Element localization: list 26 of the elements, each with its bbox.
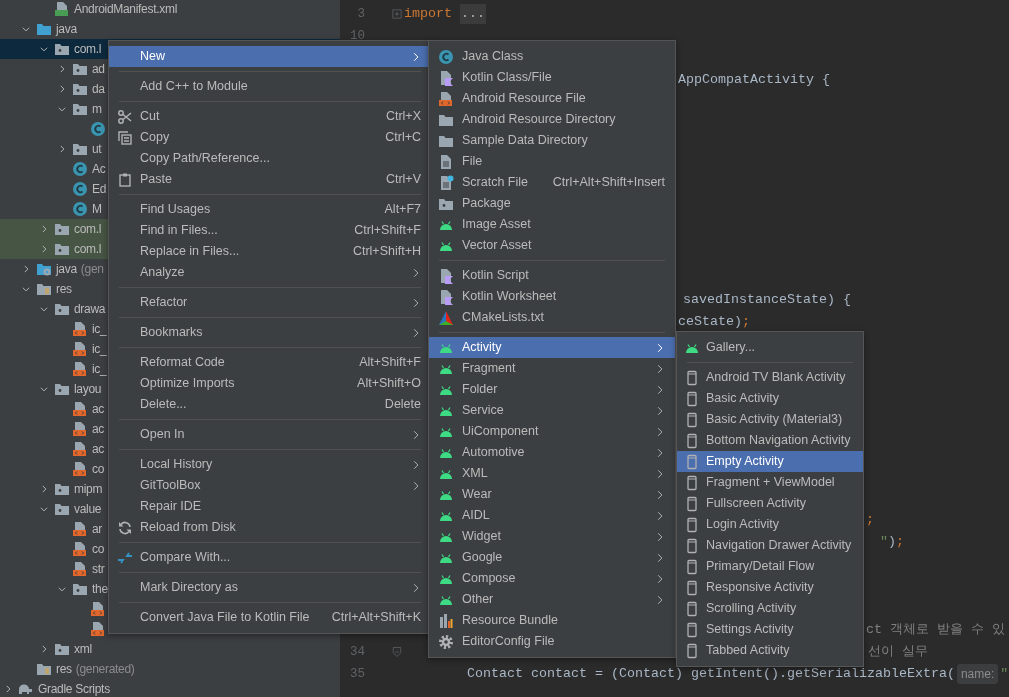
line-number: 3	[356, 5, 365, 23]
shortcut-label: Delete	[383, 396, 421, 414]
shortcut-label: Ctrl+V	[384, 171, 421, 189]
code-text: 선이 실무	[868, 643, 928, 661]
code-text: "	[1000, 665, 1009, 683]
shortcut-label: Ctrl+Alt+Shift+K	[330, 609, 421, 627]
shortcut-label: Alt+Shift+F	[358, 354, 421, 372]
parameter-hint: name:	[956, 664, 999, 684]
code-text: ;	[866, 511, 874, 529]
code-text: ");	[880, 533, 904, 551]
code-text: ct 객체로 받을 수 있	[866, 621, 1005, 639]
code-text: savedInstanceState) {	[683, 291, 851, 309]
shortcut-label: Ctrl+Shift+F	[353, 222, 421, 240]
shortcut-label: Ctrl+Alt+Shift+Insert	[551, 174, 665, 192]
shortcut-label: Alt+Shift+O	[356, 375, 421, 393]
code-text: Contact contact = (Contact) getIntent().getSerializableExtra(	[467, 665, 955, 683]
code-text: import	[404, 5, 452, 23]
line-number: 34	[349, 643, 365, 661]
code-text: ceState);	[678, 313, 750, 331]
shortcut-label: Alt+F7	[383, 201, 421, 219]
code-text: AppCompatActivity {	[678, 71, 830, 89]
line-number: 10	[349, 27, 365, 45]
shortcut-label: Ctrl+C	[384, 129, 421, 147]
shortcut-label: Ctrl+Shift+H	[351, 243, 421, 261]
line-number: 35	[349, 665, 365, 683]
shortcut-label: Ctrl+X	[384, 108, 421, 126]
